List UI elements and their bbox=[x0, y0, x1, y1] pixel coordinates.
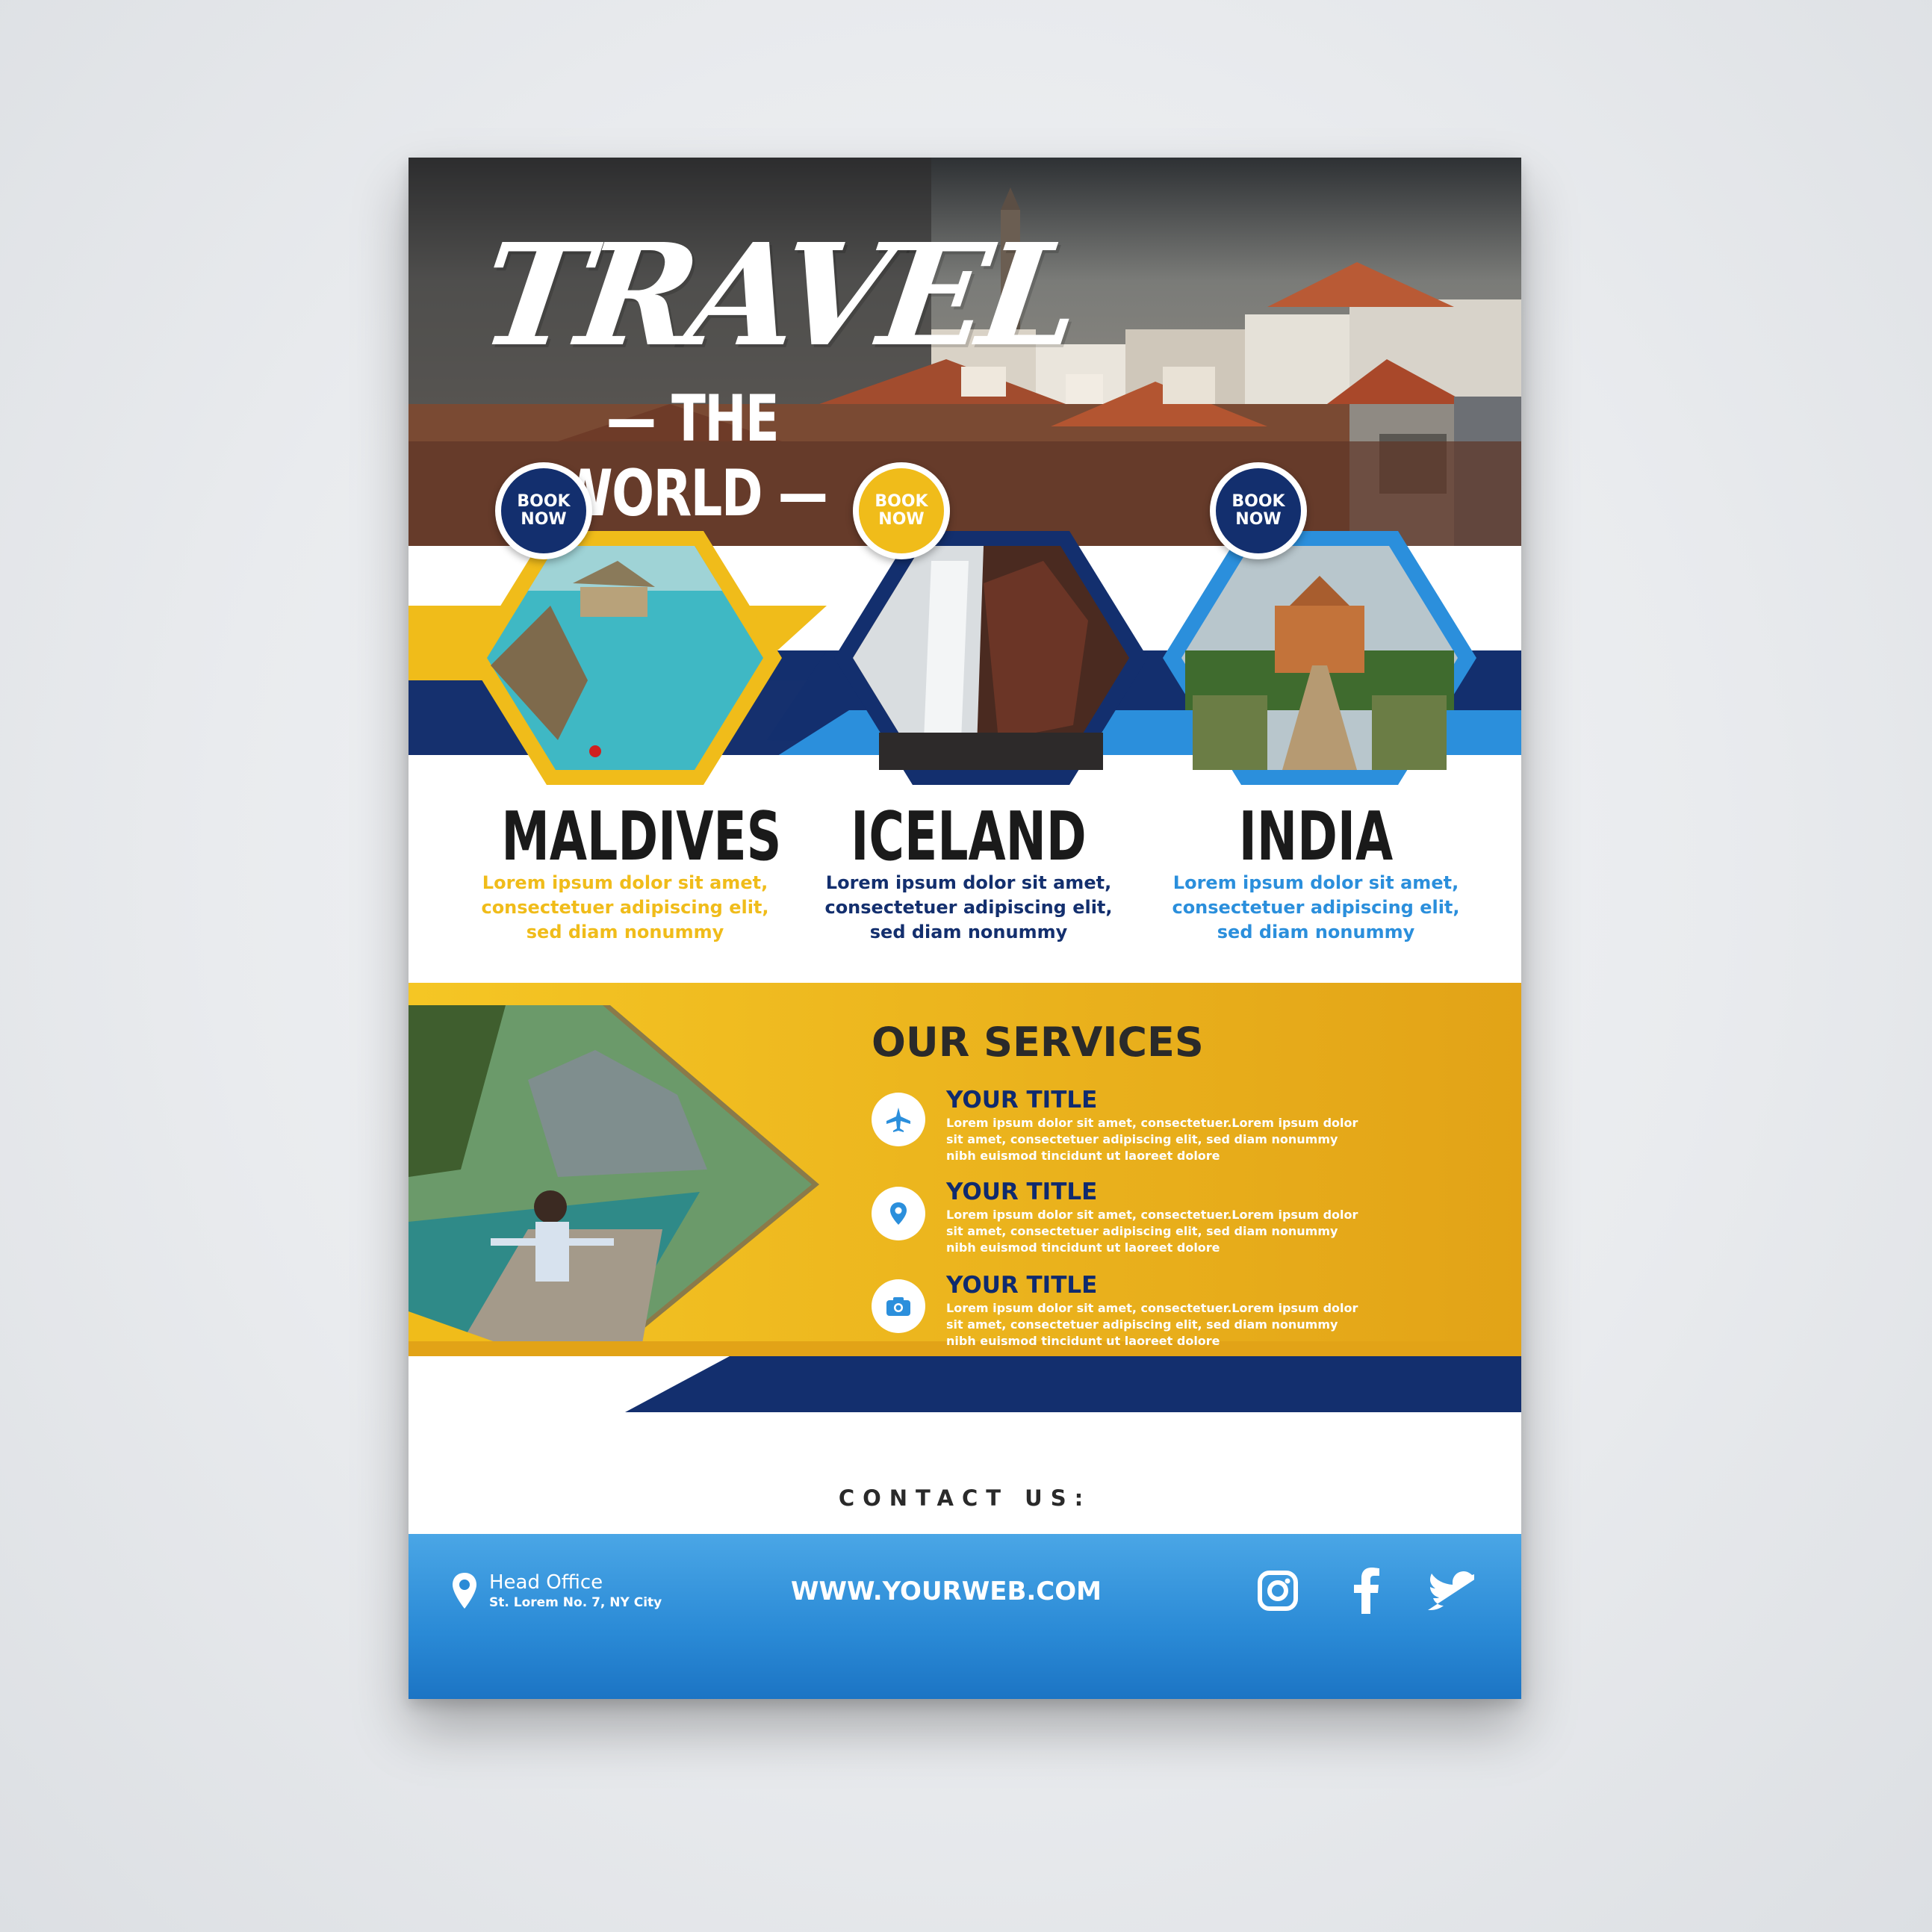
maldives-hexagon-photo bbox=[468, 531, 782, 785]
india-name: INDIA bbox=[1238, 798, 1394, 876]
service-title: YOUR TITLE bbox=[946, 1178, 1098, 1205]
iceland-description: Lorem ipsum dolor sit amet, consectetuer… bbox=[824, 872, 1113, 942]
india-description: Lorem ipsum dolor sit amet, consectetuer… bbox=[1172, 872, 1460, 942]
facebook-icon[interactable] bbox=[1351, 1566, 1381, 1614]
the-world-subtitle: — THE WORLD — bbox=[557, 382, 828, 531]
head-office-label: Head Office bbox=[489, 1571, 603, 1594]
india-hexagon-photo bbox=[1163, 531, 1476, 785]
service-title: YOUR TITLE bbox=[946, 1087, 1098, 1113]
location-pin-icon bbox=[450, 1571, 479, 1610]
india-book-now-button[interactable]: BOOK NOW bbox=[1210, 462, 1307, 559]
navy-stripe bbox=[409, 1341, 1521, 1412]
maldives-description: Lorem ipsum dolor sit amet, consectetuer… bbox=[481, 872, 769, 942]
camera-icon bbox=[872, 1279, 925, 1333]
footer-bar bbox=[409, 1534, 1521, 1699]
maldives-name: MALDIVES bbox=[501, 798, 782, 876]
maldives-book-now-button[interactable]: BOOK NOW bbox=[495, 462, 592, 559]
airplane-icon bbox=[872, 1093, 925, 1146]
service-text: Lorem ipsum dolor sit amet, consectetuer… bbox=[946, 1116, 1358, 1163]
service-text: Lorem ipsum dolor sit amet, consectetuer… bbox=[946, 1208, 1358, 1255]
contact-us-label: CONTACT US: bbox=[838, 1485, 1092, 1511]
travel-title: TRAVEL bbox=[471, 213, 1085, 378]
twitter-icon[interactable] bbox=[1428, 1571, 1480, 1610]
office-address: St. Lorem No. 7, NY City bbox=[489, 1595, 662, 1610]
iceland-name: ICELAND bbox=[851, 798, 1087, 876]
service-text: Lorem ipsum dolor sit amet, consectetuer… bbox=[946, 1301, 1358, 1348]
instagram-icon[interactable] bbox=[1256, 1569, 1299, 1612]
map-pin-icon bbox=[872, 1187, 925, 1240]
website-link[interactable]: WWW.YOURWEB.COM bbox=[737, 1573, 1155, 1610]
iceland-hexagon-photo bbox=[834, 531, 1148, 785]
service-title: YOUR TITLE bbox=[946, 1272, 1098, 1299]
services-heading: OUR SERVICES bbox=[872, 1019, 1204, 1066]
iceland-book-now-button[interactable]: BOOK NOW bbox=[853, 462, 950, 559]
travel-flyer: TRAVEL — THE WORLD — BOOK NOW BOOK NOW B… bbox=[409, 158, 1521, 1699]
